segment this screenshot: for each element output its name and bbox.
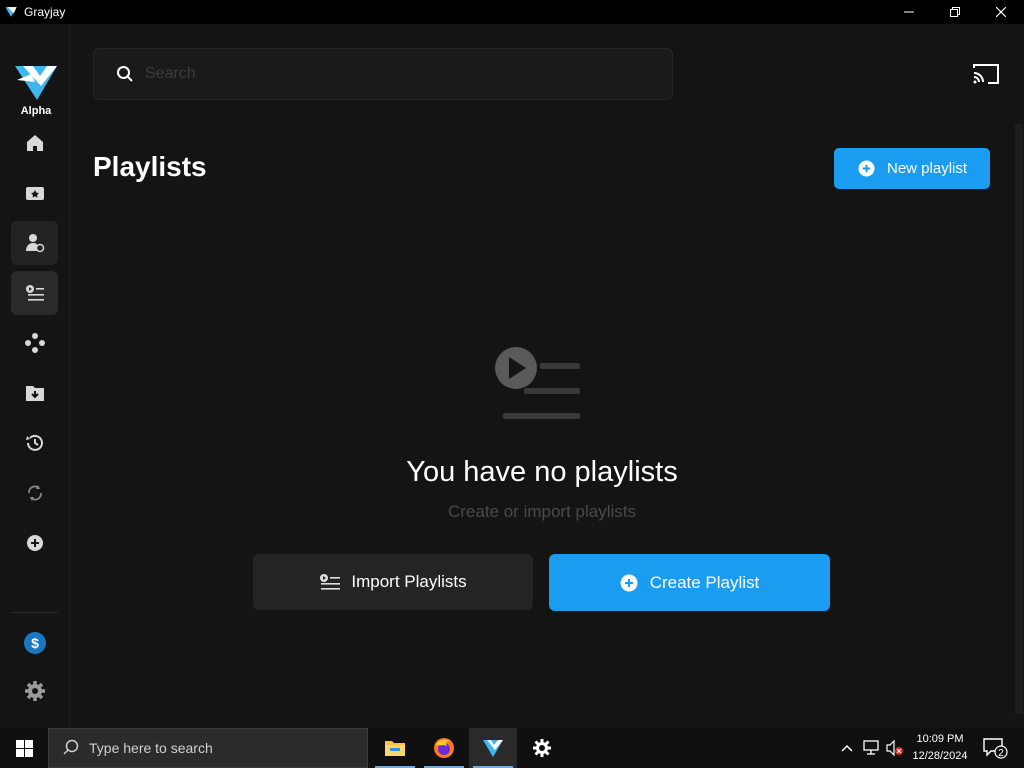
create-playlist-button[interactable]: Create Playlist bbox=[549, 554, 830, 611]
taskbar-grayjay[interactable] bbox=[469, 728, 517, 768]
search-bar[interactable] bbox=[93, 48, 673, 100]
sidebar-divider bbox=[10, 612, 58, 613]
sidebar-item-donate[interactable]: $ bbox=[11, 621, 58, 665]
import-playlist-icon bbox=[320, 574, 341, 590]
minimize-button[interactable] bbox=[886, 0, 932, 24]
close-button[interactable] bbox=[978, 0, 1024, 24]
minimize-icon bbox=[904, 11, 914, 13]
grayjay-logo bbox=[15, 66, 57, 100]
subscriptions-icon bbox=[25, 187, 44, 200]
sidebar-item-downloads[interactable] bbox=[11, 371, 58, 415]
svg-text:$: $ bbox=[31, 635, 39, 651]
clock-time: 10:09 PM bbox=[916, 733, 964, 745]
taskbar-settings[interactable] bbox=[518, 728, 566, 768]
add-icon bbox=[26, 535, 43, 551]
restore-button[interactable] bbox=[932, 0, 978, 24]
window-titlebar: Grayjay bbox=[0, 0, 1024, 24]
tray-overflow-button[interactable] bbox=[838, 728, 856, 768]
window-title: Grayjay bbox=[24, 5, 66, 19]
downloads-icon bbox=[25, 386, 44, 401]
playlists-icon bbox=[25, 285, 44, 301]
sidebar-item-sources[interactable] bbox=[11, 321, 58, 365]
empty-state-title: You have no playlists bbox=[406, 456, 678, 488]
clock-date: 12/28/2024 bbox=[912, 750, 968, 762]
taskbar-clock[interactable]: 10:09 PM 12/28/2024 bbox=[904, 731, 976, 765]
sidebar-item-home[interactable] bbox=[11, 121, 58, 165]
close-icon bbox=[996, 7, 1006, 17]
page-title: Playlists bbox=[93, 151, 207, 182]
windows-logo-icon bbox=[15, 739, 33, 757]
settings-gear-icon bbox=[533, 739, 551, 757]
new-playlist-label: New playlist bbox=[887, 160, 968, 177]
sources-icon bbox=[24, 333, 45, 353]
plus-circle-icon bbox=[858, 160, 875, 177]
notification-icon: 2 bbox=[983, 738, 1008, 759]
search-icon bbox=[63, 739, 79, 755]
new-playlist-button[interactable]: New playlist bbox=[834, 148, 990, 189]
taskbar-search-placeholder: Type here to search bbox=[89, 740, 213, 756]
empty-state-subtitle: Create or import playlists bbox=[447, 502, 636, 521]
import-playlists-button[interactable]: Import Playlists bbox=[253, 554, 533, 610]
grayjay-icon bbox=[483, 740, 503, 757]
sidebar: Alpha $ bbox=[0, 24, 70, 728]
grayjay-app-icon bbox=[5, 7, 17, 17]
taskbar-file-explorer[interactable] bbox=[371, 728, 419, 768]
notification-center-button[interactable]: 2 bbox=[980, 728, 1010, 768]
file-explorer-icon bbox=[385, 741, 405, 756]
sidebar-item-playlists[interactable] bbox=[11, 271, 58, 315]
donate-icon: $ bbox=[23, 632, 46, 654]
tray-network[interactable] bbox=[860, 728, 884, 768]
create-playlist-label: Create Playlist bbox=[649, 572, 760, 592]
tray-volume[interactable] bbox=[884, 728, 906, 768]
firefox-icon bbox=[434, 738, 454, 758]
sidebar-item-creators[interactable] bbox=[11, 221, 58, 265]
plus-circle-icon bbox=[620, 574, 638, 591]
notification-count: 2 bbox=[998, 748, 1004, 759]
taskbar-firefox[interactable] bbox=[420, 728, 468, 768]
logo-text: Alpha bbox=[20, 105, 52, 117]
windows-taskbar: Type here to search 10:09 PM 12/28/2024 … bbox=[0, 728, 1024, 768]
playlist-empty-icon bbox=[495, 347, 580, 419]
creators-icon bbox=[25, 234, 44, 253]
settings-icon bbox=[24, 681, 45, 701]
taskbar-search[interactable]: Type here to search bbox=[48, 728, 368, 768]
cast-icon[interactable] bbox=[972, 62, 1000, 86]
chevron-up-icon bbox=[841, 744, 853, 752]
search-input[interactable] bbox=[145, 65, 625, 83]
search-icon bbox=[117, 66, 133, 82]
start-button[interactable] bbox=[0, 728, 48, 768]
volume-muted-icon bbox=[886, 740, 903, 756]
sidebar-item-add[interactable] bbox=[11, 521, 58, 565]
sidebar-item-settings[interactable] bbox=[11, 669, 58, 713]
import-playlists-label: Import Playlists bbox=[351, 572, 467, 591]
sidebar-item-subscriptions[interactable] bbox=[11, 171, 58, 215]
restore-icon bbox=[950, 7, 960, 17]
window-controls bbox=[886, 0, 1024, 24]
home-icon bbox=[26, 135, 43, 151]
scrollbar[interactable] bbox=[1015, 124, 1023, 714]
history-icon bbox=[25, 434, 43, 451]
network-icon bbox=[863, 740, 879, 755]
app-window: Alpha $ Search Playlists New playlist Yo… bbox=[0, 24, 1024, 728]
